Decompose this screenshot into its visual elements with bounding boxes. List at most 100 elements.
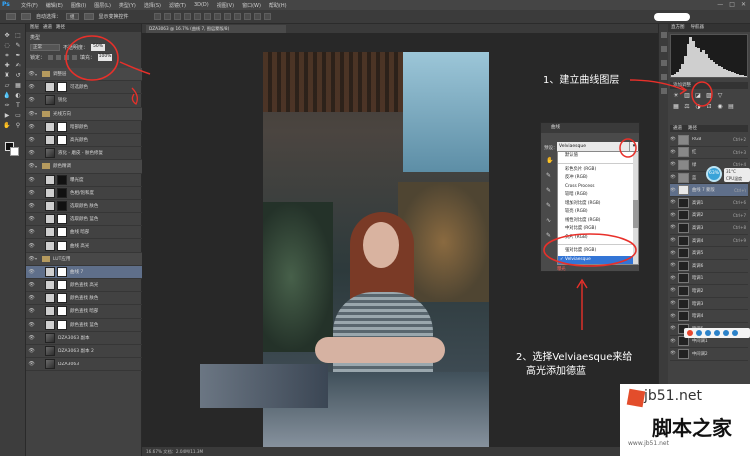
- channel-row[interactable]: 👁 高调1 Ctrl+6: [670, 197, 748, 210]
- visibility-eye-icon[interactable]: 👁: [670, 188, 676, 193]
- layer-mask-thumbnail[interactable]: [57, 121, 67, 132]
- menu-image[interactable]: 图像(I): [67, 2, 90, 9]
- visibility-eye-icon[interactable]: 👁: [670, 213, 676, 218]
- channel-row[interactable]: 👁 中间调2: [670, 348, 748, 361]
- distribute-bottom-icon[interactable]: [233, 13, 241, 20]
- tab-channels-right[interactable]: 通道: [673, 125, 682, 132]
- group-expand-icon[interactable]: ▾: [35, 72, 40, 77]
- menu-filter[interactable]: 滤镜(T): [165, 2, 190, 9]
- layer-mask-thumbnail[interactable]: [57, 293, 67, 304]
- lasso-tool-icon[interactable]: ◌: [3, 42, 11, 49]
- show-transform-checkbox[interactable]: [83, 13, 94, 20]
- preset-option[interactable]: 强对比度 (RGB): [558, 247, 638, 256]
- channel-row[interactable]: 👁 暗调2: [670, 285, 748, 298]
- adjustment-icon[interactable]: ▤: [727, 103, 735, 111]
- layer-row[interactable]: 👁 暗部颜色: [26, 121, 142, 134]
- visibility-eye-icon[interactable]: 👁: [28, 124, 35, 130]
- shape-tool-icon[interactable]: ▭: [14, 112, 22, 119]
- menu-window[interactable]: 窗口(W): [238, 2, 265, 9]
- preset-bottom-option[interactable]: 曝光: [557, 266, 566, 272]
- channel-row[interactable]: 👁 曲线 7 蒙版 Ctrl+\: [670, 184, 748, 197]
- visibility-eye-icon[interactable]: 👁: [28, 256, 35, 262]
- ime-skin-icon[interactable]: [723, 330, 729, 336]
- ime-mode-icon[interactable]: [696, 330, 702, 336]
- adjustment-icon[interactable]: ▥: [683, 92, 691, 100]
- tab-layers[interactable]: 图层: [30, 24, 39, 32]
- preset-option[interactable]: 反冲 (RGB): [558, 174, 638, 183]
- background-color-swatch[interactable]: [10, 147, 19, 156]
- visibility-eye-icon[interactable]: 👁: [28, 190, 35, 196]
- type-tool-icon[interactable]: T: [14, 102, 22, 109]
- eraser-tool-icon[interactable]: ▱: [3, 82, 11, 89]
- curves-tool-icon[interactable]: ✎: [546, 187, 553, 194]
- layer-mask-thumbnail[interactable]: [57, 280, 67, 291]
- scrollbar-thumb[interactable]: [633, 200, 638, 228]
- channel-row[interactable]: 👁 RGB Ctrl+2: [670, 134, 748, 147]
- visibility-eye-icon[interactable]: 👁: [28, 177, 35, 183]
- layer-row[interactable]: 👁 液化 - 磨皮 - 肤色修复: [26, 147, 142, 161]
- align-center-icon[interactable]: [193, 13, 201, 20]
- visibility-eye-icon[interactable]: 👁: [28, 361, 35, 367]
- visibility-eye-icon[interactable]: 👁: [670, 238, 676, 243]
- pen-tool-icon[interactable]: ✑: [3, 102, 11, 109]
- layer-row[interactable]: 👁 高光颜色: [26, 134, 142, 148]
- layer-row[interactable]: 👁 曲线 暗部: [26, 226, 142, 240]
- brush-tool-icon[interactable]: ✍: [14, 62, 22, 69]
- preset-option[interactable]: 彩色负片 (RGB): [558, 166, 638, 175]
- layer-row[interactable]: 👁 DZA3063 副本: [26, 332, 142, 345]
- preset-option[interactable]: 增加对比度 (RGB): [558, 200, 638, 209]
- channel-row[interactable]: 👁 红 Ctrl+3: [670, 147, 748, 160]
- gradient-tool-icon[interactable]: ▦: [14, 82, 22, 89]
- layer-row[interactable]: 👁 曲线 高光: [26, 239, 142, 253]
- visibility-eye-icon[interactable]: 👁: [28, 216, 35, 222]
- visibility-eye-icon[interactable]: 👁: [28, 111, 35, 117]
- ime-tools-icon[interactable]: [732, 330, 738, 336]
- channel-row[interactable]: 👁 暗调3: [670, 298, 748, 311]
- layer-row[interactable]: 👁 锐化: [26, 94, 142, 108]
- layer-row[interactable]: 👁 DZA3063: [26, 358, 142, 372]
- menu-3d[interactable]: 3D(D): [190, 2, 213, 8]
- visibility-eye-icon[interactable]: 👁: [28, 269, 35, 275]
- move-tool-icon[interactable]: [6, 13, 16, 20]
- align-left-icon[interactable]: [183, 13, 191, 20]
- layer-row[interactable]: 👁 选取颜色 蓝色: [26, 213, 142, 227]
- visibility-eye-icon[interactable]: 👁: [670, 314, 676, 319]
- preset-option[interactable]: 中对比度 (RGB): [558, 225, 638, 234]
- layer-mask-thumbnail[interactable]: [57, 135, 67, 146]
- curves-tool-icon[interactable]: ✎: [546, 232, 553, 239]
- layer-row[interactable]: 👁 可选颜色: [26, 81, 142, 95]
- ime-keyboard-icon[interactable]: [714, 330, 720, 336]
- visibility-eye-icon[interactable]: 👁: [28, 282, 35, 288]
- visibility-eye-icon[interactable]: 👁: [670, 251, 676, 256]
- layer-row[interactable]: 👁 ▾ 颜色精调: [26, 160, 142, 174]
- cpu-usage-badge[interactable]: 63%: [706, 166, 722, 182]
- layer-mask-thumbnail[interactable]: [57, 200, 67, 211]
- visibility-eye-icon[interactable]: 👁: [28, 150, 35, 156]
- visibility-eye-icon[interactable]: 👁: [670, 162, 676, 167]
- visibility-eye-icon[interactable]: 👁: [28, 97, 35, 103]
- layer-row[interactable]: 👁 颜色查找 暗部: [26, 305, 142, 319]
- visibility-eye-icon[interactable]: 👁: [28, 243, 35, 249]
- tab-paths-right[interactable]: 路径: [688, 125, 697, 132]
- distribute-left-icon[interactable]: [243, 13, 251, 20]
- crop-tool-icon[interactable]: ⌗: [3, 52, 11, 59]
- tab-histogram[interactable]: 直方图: [671, 24, 685, 32]
- align-bottom-icon[interactable]: [173, 13, 181, 20]
- menu-file[interactable]: 文件(F): [17, 2, 42, 9]
- quick-select-icon[interactable]: ✎: [14, 42, 22, 49]
- paragraph-panel-icon[interactable]: [661, 88, 667, 94]
- layer-mask-thumbnail[interactable]: [57, 214, 67, 225]
- preset-option[interactable]: 较亮 (RGB): [558, 208, 638, 217]
- visibility-eye-icon[interactable]: 👁: [670, 276, 676, 281]
- preset-option[interactable]: 线性对比度 (RGB): [558, 217, 638, 226]
- channel-row[interactable]: 👁 高调4 Ctrl+9: [670, 235, 748, 248]
- adjustment-icon[interactable]: ◪: [694, 92, 702, 100]
- channel-row[interactable]: 👁 高调6: [670, 260, 748, 273]
- channel-row[interactable]: 👁 高调5: [670, 247, 748, 260]
- minimize-icon[interactable]: —: [717, 1, 723, 8]
- layer-row[interactable]: 👁 曝光度: [26, 174, 142, 187]
- group-expand-icon[interactable]: ▾: [35, 111, 40, 116]
- adjustment-icon[interactable]: ▽: [716, 92, 724, 100]
- lock-transparency-icon[interactable]: [48, 54, 54, 60]
- curves-tool-icon[interactable]: ∿: [546, 217, 553, 224]
